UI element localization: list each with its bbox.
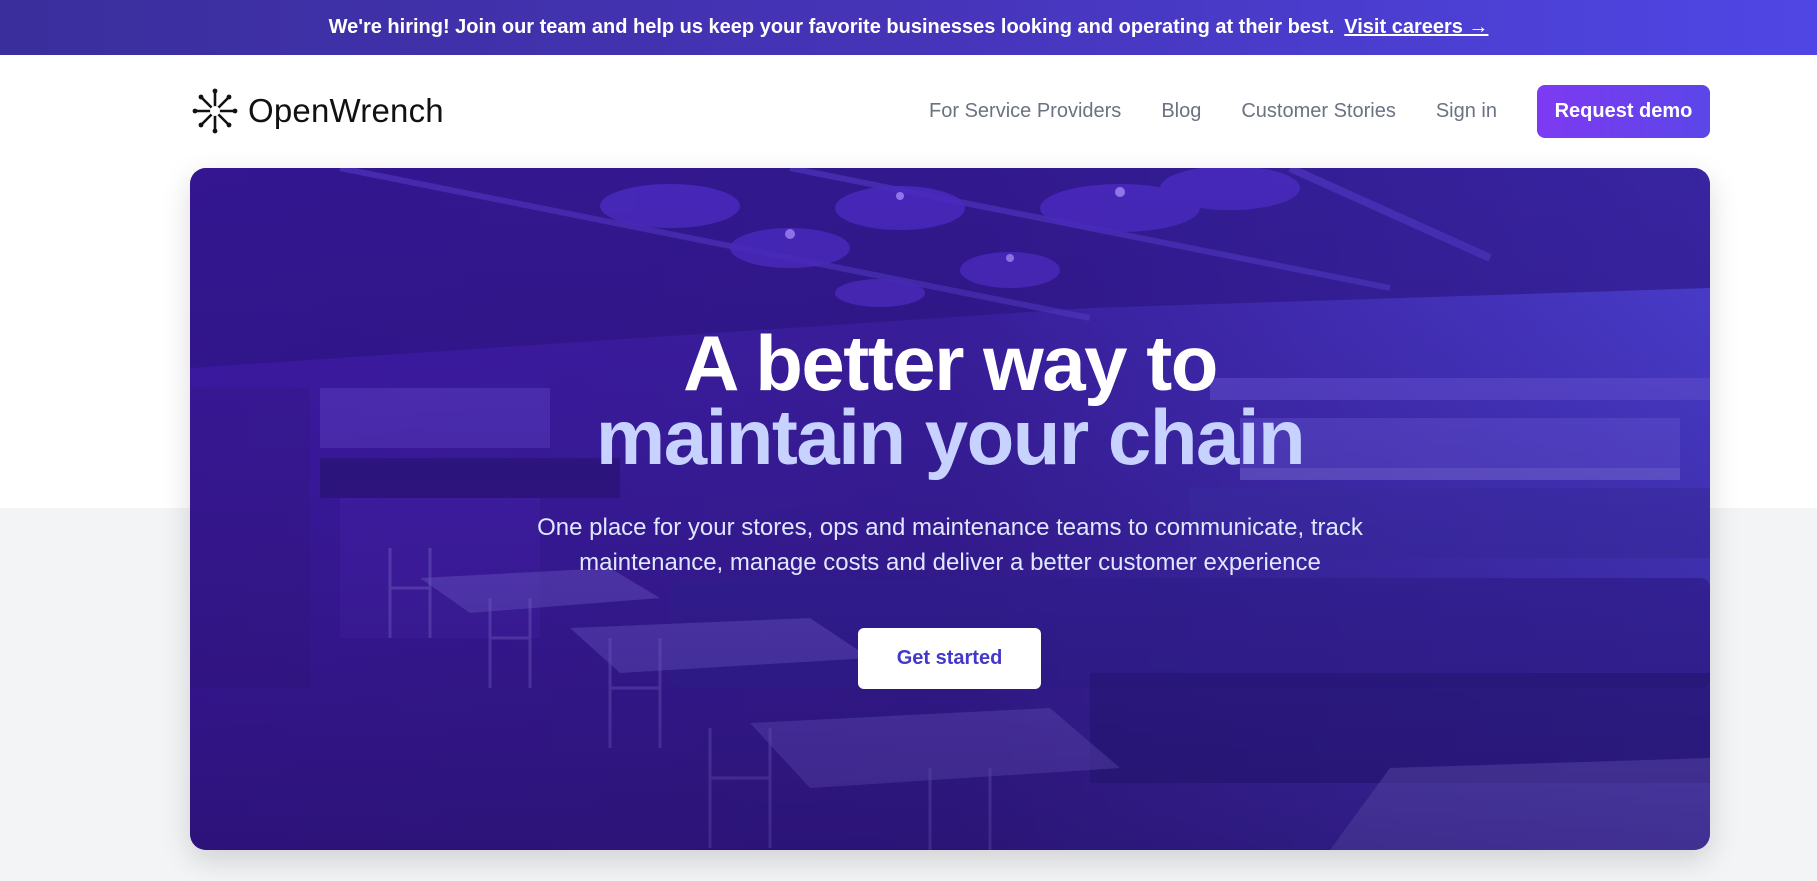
visit-careers-link[interactable]: Visit careers → — [1344, 16, 1488, 39]
nav-blog[interactable]: Blog — [1161, 100, 1201, 123]
hero-subtitle-line-1: One place for your stores, ops and maint… — [537, 514, 1363, 541]
main-nav: For Service Providers Blog Customer Stor… — [929, 84, 1710, 138]
banner-text: We're hiring! Join our team and help us … — [328, 16, 1335, 38]
site-header: OpenWrench For Service Providers Blog Cu… — [190, 55, 1710, 167]
hero-subtitle-line-2: maintenance, manage costs and deliver a … — [579, 549, 1321, 576]
get-started-button[interactable]: Get started — [858, 628, 1041, 689]
hero-subtitle: One place for your stores, ops and maint… — [500, 510, 1400, 580]
hero-section: A better way to maintain your chain One … — [190, 168, 1710, 850]
hero-title: A better way to maintain your chain — [190, 319, 1710, 481]
nav-for-service-providers[interactable]: For Service Providers — [929, 100, 1121, 123]
hiring-banner: We're hiring! Join our team and help us … — [0, 0, 1817, 55]
logo-text: OpenWrench — [248, 92, 444, 129]
hero-title-line-1: A better way to — [683, 319, 1218, 407]
page: We're hiring! Join our team and help us … — [0, 0, 1817, 881]
wrench-burst-icon — [192, 88, 238, 134]
nav-customer-stories[interactable]: Customer Stories — [1241, 100, 1396, 123]
hero-content: A better way to maintain your chain One … — [190, 168, 1710, 850]
hero-title-line-2: maintain your chain — [595, 393, 1306, 481]
nav-sign-in[interactable]: Sign in — [1436, 100, 1497, 123]
request-demo-button[interactable]: Request demo — [1537, 84, 1710, 138]
logo[interactable]: OpenWrench — [190, 86, 444, 136]
